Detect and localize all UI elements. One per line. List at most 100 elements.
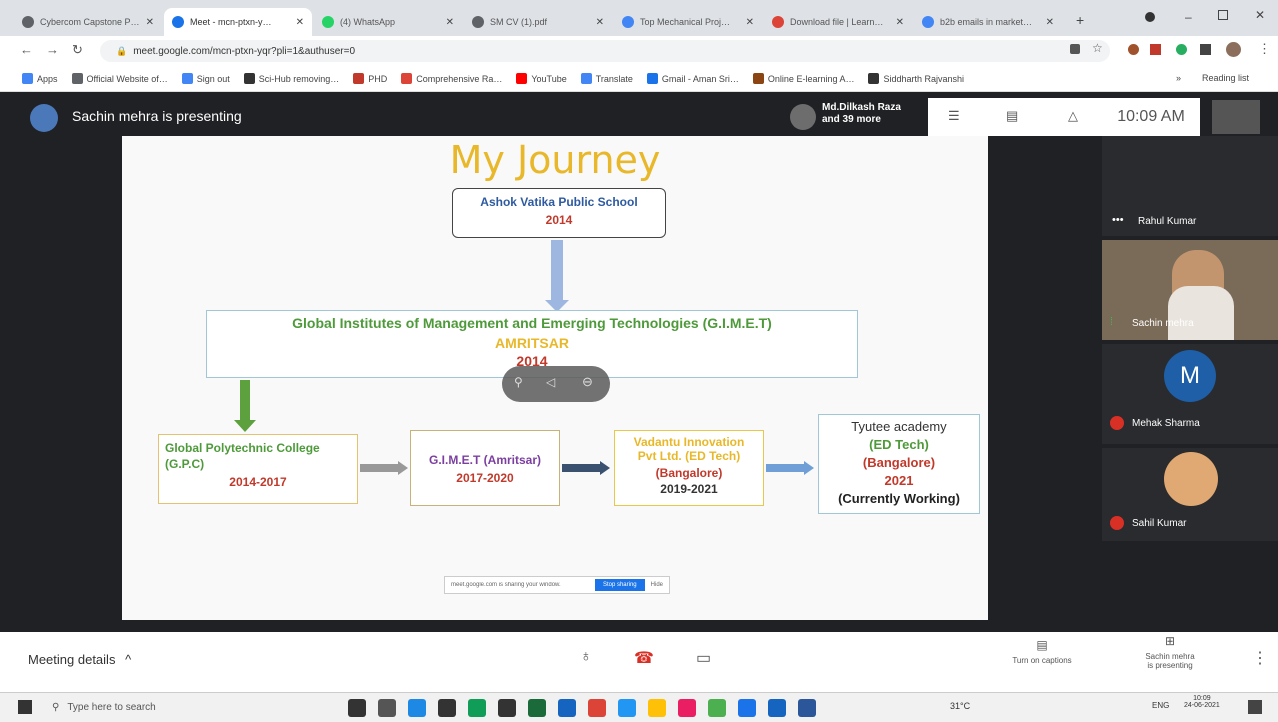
tab-favicon-icon: [472, 16, 484, 28]
profile-icon[interactable]: [1145, 12, 1155, 22]
new-tab-button[interactable]: +: [1076, 12, 1084, 28]
participant-tile[interactable]: Sahil Kumar: [1102, 448, 1278, 541]
forward-icon[interactable]: →: [46, 42, 59, 57]
more-icon[interactable]: •••: [1112, 214, 1124, 226]
participant-tile[interactable]: ••• Rahul Kumar: [1102, 136, 1278, 236]
meeting-details-button[interactable]: Meeting details ^: [28, 652, 131, 667]
bookmark-item[interactable]: Sign out: [181, 73, 230, 84]
back-icon[interactable]: ←: [20, 42, 33, 57]
taskbar-app-icon[interactable]: [738, 699, 756, 717]
school-name: Ashok Vatika Public School: [480, 195, 638, 209]
chevron-right-icon[interactable]: »: [1176, 73, 1181, 83]
avatar[interactable]: [1226, 42, 1241, 57]
participant-tile[interactable]: ⁞ Sachin mehra: [1102, 240, 1278, 340]
bookmark-label: Apps: [37, 73, 58, 84]
taskbar-app-icon[interactable]: [768, 699, 786, 717]
language-indicator[interactable]: ENG: [1152, 701, 1169, 710]
chat-icon[interactable]: ▤: [1006, 108, 1018, 124]
taskbar-app-icon[interactable]: [348, 699, 366, 717]
close-tab-icon[interactable]: ✕: [1046, 17, 1054, 28]
notification-icon[interactable]: [1248, 700, 1262, 714]
reload-icon[interactable]: ↻: [72, 42, 83, 58]
bookmark-label: YouTube: [531, 73, 567, 84]
minimize-icon[interactable]: –: [1185, 10, 1192, 24]
hide-button[interactable]: Hide: [645, 582, 669, 588]
taskbar-app-icon[interactable]: [468, 699, 486, 717]
participant-tile[interactable]: M Mehak Sharma: [1102, 344, 1278, 444]
puzzle-icon[interactable]: [1200, 44, 1211, 55]
bookmark-item[interactable]: YouTube: [516, 73, 567, 84]
taskbar-app-icon[interactable]: [438, 699, 456, 717]
close-window-icon[interactable]: ✕: [1255, 8, 1265, 22]
url-input[interactable]: 🔒 meet.google.com/mcn-ptxn-yqr?pli=1&aut…: [100, 40, 1110, 62]
extension-icon[interactable]: [1150, 44, 1161, 55]
microphone-icon[interactable]: ♁: [580, 648, 592, 666]
maximize-icon[interactable]: [1218, 10, 1228, 20]
taskbar-app-icon[interactable]: [528, 699, 546, 717]
taskbar-app-icon[interactable]: [648, 699, 666, 717]
camera-icon[interactable]: ▭: [696, 648, 711, 668]
taskbar-app-icon[interactable]: [678, 699, 696, 717]
bookmark-item[interactable]: Gmail - Aman Sri…: [646, 73, 739, 84]
taskbar-search[interactable]: ⚲ Type here to search: [52, 696, 332, 718]
close-tab-icon[interactable]: ✕: [446, 17, 454, 28]
browser-tab[interactable]: SM CV (1).pdf ✕: [464, 8, 612, 36]
participants-summary[interactable]: Md.Dilkash Raza and 39 more: [822, 102, 901, 126]
bookmark-label: Comprehensive Ra…: [416, 73, 503, 84]
menu-icon[interactable]: ⋮: [1258, 41, 1271, 57]
windows-start-icon[interactable]: [18, 700, 32, 714]
close-tab-icon[interactable]: ✕: [296, 17, 304, 28]
taskbar-app-icon[interactable]: [378, 699, 396, 717]
bookmark-item[interactable]: Comprehensive Ra…: [401, 73, 502, 84]
bookmark-icon: [752, 73, 764, 84]
bookmark-item[interactable]: PHD: [353, 73, 387, 84]
pin-icon[interactable]: ⚲: [514, 375, 523, 389]
address-toolbar: ← → ↻ 🔒 meet.google.com/mcn-ptxn-yqr?pli…: [0, 36, 1278, 66]
browser-tab[interactable]: Download file | Learn… ✕: [764, 8, 912, 36]
taskbar-app-icon[interactable]: [618, 699, 636, 717]
taskbar-app-icon[interactable]: [798, 699, 816, 717]
people-icon[interactable]: ☰: [948, 108, 960, 124]
taskbar-app-icon[interactable]: [588, 699, 606, 717]
more-icon[interactable]: ⊖: [582, 374, 593, 390]
browser-tab[interactable]: Cybercom Capstone Pr… ✕: [14, 8, 162, 36]
bookmark-item[interactable]: Siddharth Rajvanshi: [868, 73, 964, 84]
star-icon[interactable]: ☆: [1092, 41, 1103, 55]
bookmark-item[interactable]: Apps: [22, 73, 58, 84]
browser-tab[interactable]: (4) WhatsApp ✕: [314, 8, 462, 36]
browser-tab[interactable]: b2b emails in market… ✕: [914, 8, 1062, 36]
more-options-icon[interactable]: ⋮: [1252, 648, 1268, 668]
taskbar-app-icon[interactable]: [498, 699, 516, 717]
bookmark-item[interactable]: Online E-learning A…: [752, 73, 854, 84]
reading-list-button[interactable]: Reading list: [1202, 73, 1249, 83]
stop-sharing-button[interactable]: Stop sharing: [594, 579, 645, 591]
taskbar-app-icon[interactable]: [408, 699, 426, 717]
bookmark-item[interactable]: Sci-Hub removing…: [243, 73, 339, 84]
close-tab-icon[interactable]: ✕: [596, 17, 604, 28]
activities-icon[interactable]: △: [1068, 108, 1078, 124]
taskbar-app-icon[interactable]: [558, 699, 576, 717]
presenting-button[interactable]: ⊞ Sachin mehra is presenting: [1120, 634, 1220, 670]
meet-top-buttons: ☰ ▤ △: [928, 98, 1102, 136]
weather-text[interactable]: 31°C: [950, 701, 970, 711]
participant-avatar: [790, 104, 816, 130]
close-tab-icon[interactable]: ✕: [146, 17, 154, 28]
taskbar-clock[interactable]: 10:09 24-06-2021: [1184, 695, 1220, 709]
mute-icon[interactable]: ◁: [546, 375, 555, 389]
self-view-thumbnail: [1212, 100, 1260, 134]
extension-icon[interactable]: [1176, 44, 1187, 55]
browser-tab[interactable]: Meet - mcn-ptxn-y… ✕: [164, 8, 312, 36]
bookmark-item[interactable]: Translate: [580, 73, 633, 84]
arrow-head: [600, 461, 610, 475]
captions-button[interactable]: ▤ Turn on captions: [990, 638, 1094, 665]
bookmark-label: Siddharth Rajvanshi: [883, 73, 965, 84]
browser-tab[interactable]: Top Mechanical Proj… ✕: [614, 8, 762, 36]
camera-icon[interactable]: [1070, 44, 1080, 54]
school-box: Ashok Vatika Public School 2014: [452, 188, 666, 238]
close-tab-icon[interactable]: ✕: [896, 17, 904, 28]
bookmark-item[interactable]: Official Website of…: [71, 73, 168, 84]
close-tab-icon[interactable]: ✕: [746, 17, 754, 28]
taskbar-app-icon[interactable]: [708, 699, 726, 717]
extension-icon[interactable]: [1128, 44, 1139, 55]
hang-up-icon[interactable]: ☎: [634, 648, 654, 668]
